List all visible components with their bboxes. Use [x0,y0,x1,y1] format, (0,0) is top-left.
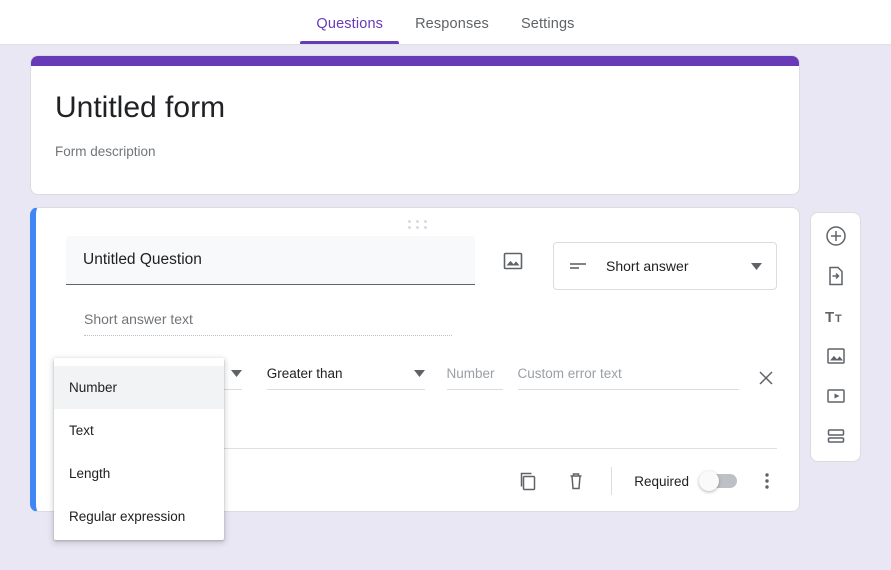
short-answer-placeholder: Short answer text [84,311,452,327]
tab-responses[interactable]: Responses [399,17,505,45]
validation-value-input[interactable] [447,366,503,390]
form-accent-stripe [31,56,799,66]
side-toolbar: T T [810,212,861,462]
menu-item-regular-expression[interactable]: Regular expression [54,495,224,538]
import-file-icon [824,264,848,288]
tab-settings[interactable]: Settings [505,17,591,45]
required-toggle[interactable] [701,474,737,488]
question-top-row: Short answer [66,236,777,290]
plus-circle-icon [824,224,848,248]
import-questions-button[interactable] [824,264,848,288]
validation-condition-select[interactable]: Greater than [267,366,425,390]
close-icon[interactable] [755,367,777,389]
add-title-button[interactable]: T T [824,304,848,328]
form-header-card: Untitled form Form description [30,55,800,195]
menu-item-number[interactable]: Number [54,366,224,409]
image-icon [824,344,848,368]
add-video-button[interactable] [824,384,848,408]
add-image-button[interactable] [824,344,848,368]
top-tab-bar: Questions Responses Settings [0,0,891,45]
video-icon [824,384,848,408]
question-type-label: Short answer [606,258,751,274]
add-question-button[interactable] [824,224,848,248]
duplicate-icon[interactable] [517,470,539,492]
toggle-knob [699,471,719,491]
question-footer-toolbar: Required [491,461,777,501]
chevron-down-icon [231,370,242,377]
question-type-select[interactable]: Short answer [553,242,777,290]
footer-divider [611,467,612,495]
short-answer-icon [568,256,588,276]
menu-item-text[interactable]: Text [54,409,224,452]
section-icon [824,424,848,448]
form-title[interactable]: Untitled form [55,91,799,124]
validation-condition-label: Greater than [267,366,414,381]
tab-questions[interactable]: Questions [300,17,399,45]
chevron-down-icon [751,263,762,270]
drag-handle-icon[interactable] [407,219,429,230]
chevron-down-icon [414,370,425,377]
validation-datatype-menu: Number Text Length Regular expression [54,358,224,540]
trash-icon[interactable] [565,470,587,492]
image-icon[interactable] [501,249,525,273]
svg-text:T: T [825,309,834,326]
svg-text:T: T [835,313,842,325]
validation-error-text-input[interactable] [518,366,739,390]
add-section-button[interactable] [824,424,848,448]
short-answer-preview: Short answer text [84,311,452,336]
title-text-icon: T T [824,304,848,328]
short-answer-underline [84,335,452,336]
question-title-input[interactable] [81,250,460,270]
required-label: Required [634,474,689,489]
menu-item-length[interactable]: Length [54,452,224,495]
question-title-field[interactable] [66,236,475,285]
more-vertical-icon[interactable] [757,471,777,491]
form-description-placeholder[interactable]: Form description [55,144,799,159]
